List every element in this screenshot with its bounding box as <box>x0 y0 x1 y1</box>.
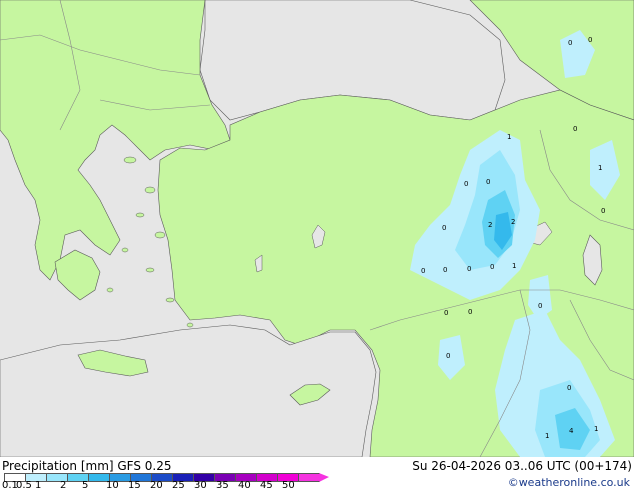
legend-tick: 50 <box>282 480 295 491</box>
map-label: 1 <box>512 262 516 270</box>
legend-tick: 15 <box>128 480 141 491</box>
legend-tick: 25 <box>172 480 185 491</box>
map-label: 1 <box>545 432 549 440</box>
map-label: 2 <box>511 218 515 226</box>
map-label: 1 <box>507 133 511 141</box>
map-label: 0 <box>464 180 468 188</box>
footer: Precipitation [mm] GFS 0.25 Su 26-04-202… <box>0 457 634 491</box>
legend-tick: 35 <box>216 480 229 491</box>
map-label: 2 <box>488 221 492 229</box>
map-title: Precipitation [mm] GFS 0.25 <box>2 459 172 473</box>
legend-tick: 10 <box>106 480 119 491</box>
credit-link[interactable]: ©weatheronline.co.uk <box>508 476 630 489</box>
map-label: 0 <box>568 39 572 47</box>
map-label: 0 <box>538 302 542 310</box>
map-label: 0 <box>443 266 447 274</box>
map-label: 0 <box>468 308 472 316</box>
run-info: Su 26-04-2026 03..06 UTC (00+174) <box>412 459 632 473</box>
map-label: 0 <box>421 267 425 275</box>
legend-tick: 1 <box>35 480 42 491</box>
legend-tick: 40 <box>238 480 251 491</box>
map-label: 0 <box>567 384 571 392</box>
color-legend <box>4 473 329 482</box>
legend-tick: 45 <box>260 480 273 491</box>
map-label: 0 <box>442 224 446 232</box>
map-label: 0 <box>467 265 471 273</box>
map-label: 0 <box>486 178 490 186</box>
map-label: 4 <box>569 427 574 435</box>
legend-swatch <box>298 473 320 482</box>
legend-tick: 5 <box>82 480 89 491</box>
map-label: 0 <box>573 125 577 133</box>
legend-tick: 20 <box>150 480 163 491</box>
map-label: 0 <box>588 36 592 44</box>
legend-tick: 2 <box>60 480 67 491</box>
legend-tick: 30 <box>194 480 207 491</box>
map-svg: 0 0 1 0 1 0 0 2 2 0 0 0 0 0 1 0 0 0 0 0 … <box>0 0 634 458</box>
legend-arrow <box>319 473 329 482</box>
map-label: 1 <box>598 164 602 172</box>
map-label: 1 <box>594 425 598 433</box>
map-label: 0 <box>490 263 494 271</box>
legend-tick: 0.5 <box>16 480 32 491</box>
map-label: 0 <box>444 309 448 317</box>
map-label: 0 <box>601 207 605 215</box>
precipitation-map: 0 0 1 0 1 0 0 2 2 0 0 0 0 0 1 0 0 0 0 0 … <box>0 0 634 458</box>
map-label: 0 <box>446 352 450 360</box>
